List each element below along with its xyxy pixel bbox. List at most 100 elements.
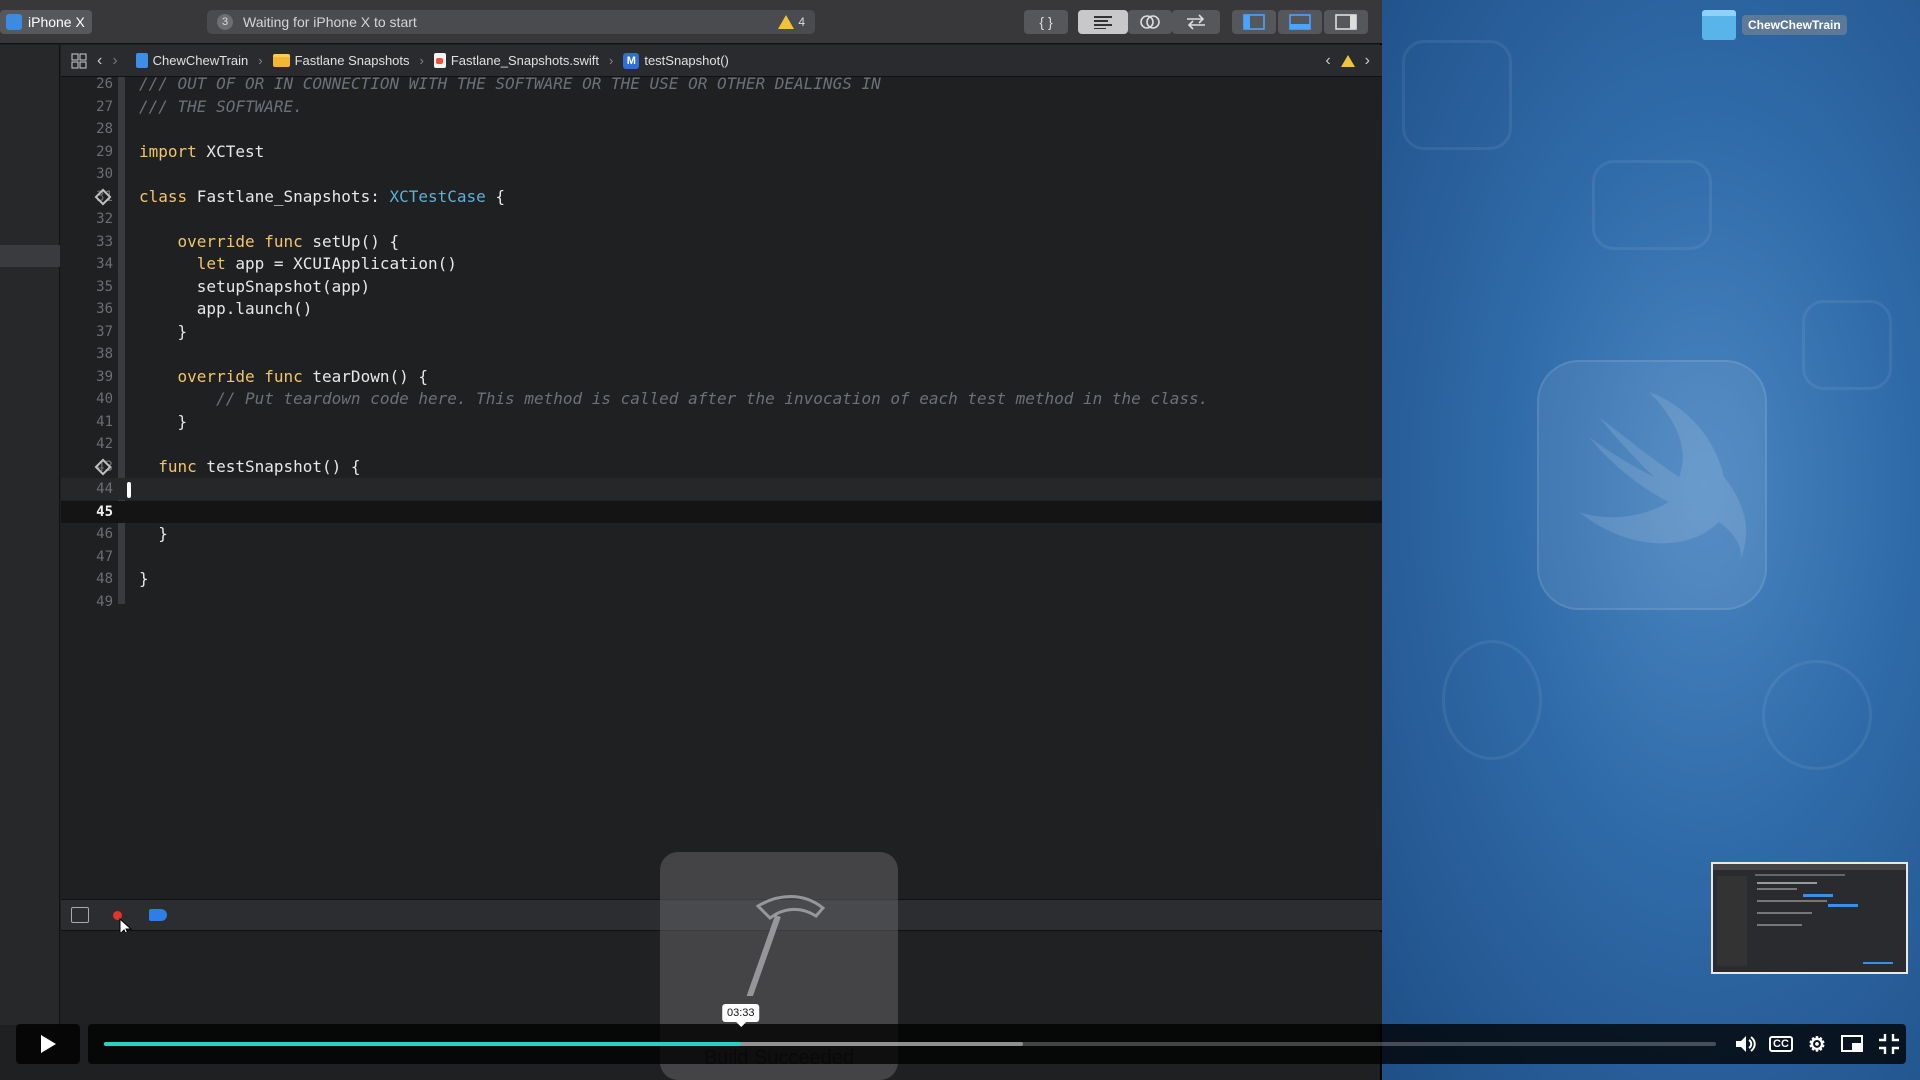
exit-fullscreen-button[interactable] xyxy=(1876,1032,1902,1056)
breakpoints-toggle-icon[interactable] xyxy=(149,909,167,921)
line-number: 47 xyxy=(96,548,113,565)
code-line[interactable]: 34 let app = XCUIApplication() xyxy=(61,253,1382,275)
code-line[interactable]: 33 override func setUp() { xyxy=(61,231,1382,253)
code-text: // Put teardown code here. This method i… xyxy=(139,389,1209,408)
line-number: 27 xyxy=(96,98,113,115)
code-text: } xyxy=(139,321,188,341)
captions-button[interactable]: CC xyxy=(1768,1032,1794,1056)
breadcrumb-group[interactable]: Fastlane Snapshots xyxy=(272,53,410,68)
picture-in-picture-thumbnail[interactable] xyxy=(1711,862,1908,974)
related-items-button[interactable] xyxy=(71,53,87,69)
code-line[interactable]: 29 import XCTest xyxy=(61,141,1382,163)
toggle-navigator-button[interactable] xyxy=(1232,10,1276,34)
folder-icon xyxy=(1702,10,1736,40)
forward-button[interactable]: › xyxy=(112,52,117,70)
progress-played xyxy=(104,1042,741,1046)
code-line[interactable]: 41 } xyxy=(61,411,1382,433)
code-line[interactable]: 38 xyxy=(61,343,1382,365)
code-line[interactable]: 36 app.launch() xyxy=(61,298,1382,320)
line-number: 30 xyxy=(96,166,113,182)
method-badge-icon: M xyxy=(623,52,640,69)
code-line[interactable]: 31 class Fastlane_Snapshots: XCTestCase { xyxy=(61,186,1382,208)
activity-status-bar[interactable]: 3 Waiting for iPhone X to start 4 xyxy=(207,10,815,34)
next-issue-button[interactable]: › xyxy=(1365,52,1370,70)
lines-icon xyxy=(1094,16,1112,29)
code-line[interactable]: 44 xyxy=(61,478,1382,500)
volume-button[interactable] xyxy=(1732,1032,1760,1056)
chevron-right-icon: › xyxy=(112,51,118,69)
line-number: 34 xyxy=(96,256,113,272)
scheme-device-selector[interactable]: iPhone X xyxy=(0,10,92,34)
library-button[interactable]: { } xyxy=(1024,10,1068,34)
hide-debug-area-icon[interactable] xyxy=(71,907,89,923)
scheme-device-label: iPhone X xyxy=(28,14,85,30)
code-line[interactable]: 49 xyxy=(61,591,1382,613)
code-line[interactable]: 28 xyxy=(61,118,1382,140)
code-text: app.launch() xyxy=(139,299,313,318)
swift-logo-icon xyxy=(1537,360,1767,610)
version-editor-button[interactable] xyxy=(1172,10,1220,34)
assistant-editor-button[interactable] xyxy=(1128,10,1172,34)
exit-fullscreen-icon xyxy=(1879,1034,1899,1054)
breadcrumb-project[interactable]: ChewChewTrain xyxy=(135,53,248,68)
warnings-indicator[interactable]: 4 xyxy=(778,15,805,29)
code-text: override func setUp() { xyxy=(177,231,400,251)
code-line[interactable]: 37 } xyxy=(61,321,1382,343)
toggle-inspector-button[interactable] xyxy=(1324,10,1368,34)
grid-icon xyxy=(71,53,87,68)
timestamp-tooltip: 03:33 xyxy=(721,1004,760,1027)
line-number: 37 xyxy=(96,323,113,340)
code-text: func testSnapshot() { xyxy=(158,456,361,476)
progress-bar[interactable]: 03:33 xyxy=(104,1004,1716,1046)
code-line[interactable]: 40 // Put teardown code here. This metho… xyxy=(61,388,1382,410)
desktop-folder-chewchewtrain[interactable]: ChewChewTrain xyxy=(1702,10,1847,40)
code-line[interactable]: 48} xyxy=(61,568,1382,590)
breadcrumb-method[interactable]: M testSnapshot() xyxy=(623,52,729,69)
wallpaper-decoration xyxy=(1762,660,1872,770)
code-line[interactable]: 46 } xyxy=(61,523,1382,545)
code-line[interactable]: 39 override func tearDown() { xyxy=(61,366,1382,388)
toggle-debug-area-button[interactable] xyxy=(1278,10,1322,34)
project-navigator[interactable] xyxy=(0,45,60,1025)
code-line[interactable]: 30 xyxy=(61,163,1382,185)
standard-editor-button[interactable] xyxy=(1078,10,1128,34)
code-line[interactable]: 26 /// OUT OF OR IN CONNECTION WITH THE S… xyxy=(61,73,1382,95)
settings-button[interactable]: ⚙ xyxy=(1804,1032,1830,1056)
bottom-panel-icon xyxy=(1289,14,1311,30)
folder-icon xyxy=(272,54,290,67)
code-line[interactable]: 32 xyxy=(61,208,1382,230)
code-line[interactable]: 42 xyxy=(61,433,1382,455)
code-line[interactable]: 43 func testSnapshot() { xyxy=(61,456,1382,478)
play-button[interactable] xyxy=(16,1024,80,1064)
previous-issue-button[interactable]: ‹ xyxy=(1325,52,1330,70)
venn-circles-icon xyxy=(1140,15,1160,29)
navigator-selected-row[interactable] xyxy=(0,245,60,267)
source-editor[interactable]: 26 /// OUT OF OR IN CONNECTION WITH THE S… xyxy=(61,74,1382,899)
line-number: 39 xyxy=(96,368,113,385)
code-line[interactable]: 45 xyxy=(61,500,1382,523)
left-panel-icon xyxy=(1243,14,1265,30)
code-text: /// OUT OF OR IN CONNECTION WITH THE SOF… xyxy=(139,74,881,93)
code-line[interactable]: 27 /// THE SOFTWARE. xyxy=(61,96,1382,118)
code-line[interactable]: 47 xyxy=(61,546,1382,568)
warning-icon xyxy=(778,15,795,29)
line-number: 48 xyxy=(96,571,113,587)
hammer-icon xyxy=(746,895,826,996)
breadcrumb-file[interactable]: Fastlane_Snapshots.swift xyxy=(433,53,599,68)
right-panel-icon xyxy=(1335,14,1357,30)
pip-icon xyxy=(1841,1035,1863,1052)
screen: ChewChewTrain iPhone X 3 Waiting for iPh… xyxy=(0,0,1920,1080)
code-text: let app = XCUIApplication() xyxy=(196,254,457,273)
back-button[interactable]: ‹ xyxy=(97,52,102,70)
activity-count-badge: 3 xyxy=(217,14,233,30)
picture-in-picture-button[interactable] xyxy=(1840,1032,1866,1056)
code-line[interactable]: 35 setupSnapshot(app) xyxy=(61,276,1382,298)
breadcrumb-separator: › xyxy=(258,53,263,68)
xcode-toolbar: iPhone X 3 Waiting for iPhone X to start… xyxy=(0,0,1382,44)
warning-icon[interactable] xyxy=(1340,55,1355,67)
code-text: } xyxy=(139,524,168,543)
line-number: 41 xyxy=(96,413,113,430)
line-number: 32 xyxy=(96,211,113,227)
iphone-simulator-icon xyxy=(6,14,22,30)
arrows-swap-icon xyxy=(1187,14,1205,30)
